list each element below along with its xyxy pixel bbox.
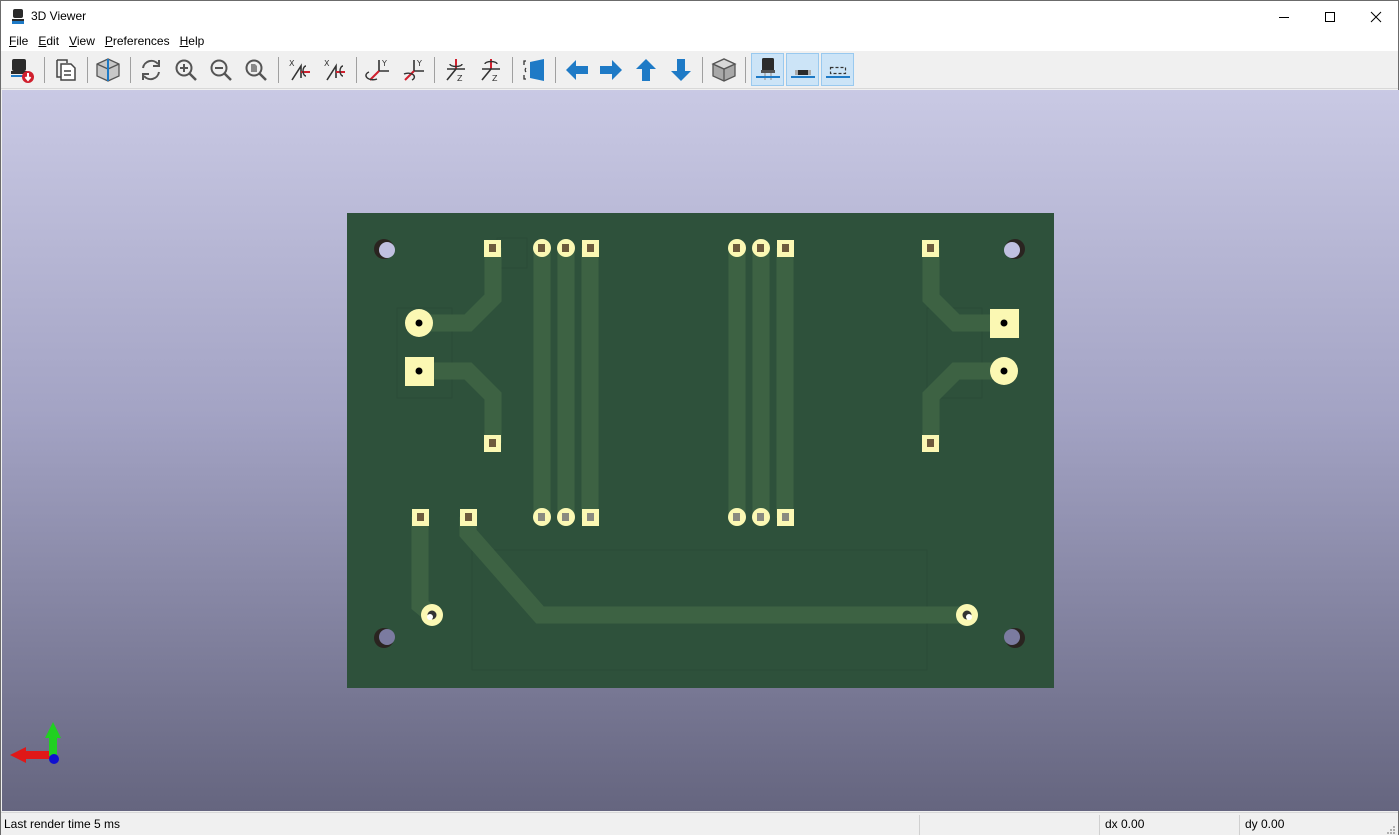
show-through-hole-models-button[interactable] [751, 53, 784, 86]
flip-board-button[interactable] [517, 53, 550, 86]
toolbar: X X Y Y Z Z [1, 51, 1398, 89]
zoom-fit-button[interactable] [239, 53, 272, 86]
menu-help-label: elp [188, 34, 205, 48]
menu-help[interactable]: Help [175, 32, 210, 51]
z-axis-icon [49, 754, 59, 764]
axes-gizmo [10, 722, 61, 764]
3d-viewport[interactable] [2, 90, 1399, 811]
svg-text:Z: Z [492, 74, 498, 83]
zoom-out-button[interactable] [204, 53, 237, 86]
rotate-z-cw-button[interactable]: Z [439, 53, 472, 86]
toolbar-separator [745, 57, 746, 83]
menu-file-label: ile [16, 34, 29, 48]
app-window: 3D Viewer File Edit View Preferences Hel… [0, 0, 1399, 835]
rotate-x-ccw-button[interactable]: X [318, 53, 351, 86]
minimize-icon [1279, 16, 1289, 18]
arrow-down-icon [670, 58, 691, 81]
status-divider [1099, 815, 1100, 835]
pan-right-button[interactable] [594, 53, 627, 86]
title-bar: 3D Viewer [1, 1, 1398, 32]
menu-bar: File Edit View Preferences Help [1, 32, 1398, 51]
reload-board-icon [10, 58, 34, 83]
pan-up-button[interactable] [629, 53, 662, 86]
toolbar-separator [434, 57, 435, 83]
arrow-right-icon [599, 59, 622, 80]
minimize-button[interactable] [1261, 1, 1307, 32]
menu-preferences[interactable]: Preferences [100, 32, 175, 51]
menu-view[interactable]: View [64, 32, 100, 51]
dx-status: dx 0.00 [1105, 817, 1145, 831]
raytracing-button[interactable] [91, 53, 124, 86]
virtual-component-icon [825, 66, 850, 78]
rotate-y-ccw-button[interactable]: Y [396, 53, 429, 86]
toolbar-separator [130, 57, 131, 83]
menu-view-label: iew [76, 34, 95, 48]
copy-icon [55, 58, 76, 81]
orthographic-toggle-button[interactable] [707, 53, 740, 86]
menu-edit[interactable]: Edit [33, 32, 64, 51]
show-virtual-models-button[interactable] [821, 53, 854, 86]
menu-file[interactable]: File [4, 32, 33, 51]
rotate-z-ccw-button[interactable]: Z [474, 53, 507, 86]
reload-board-button[interactable] [5, 53, 38, 86]
flip-board-icon [522, 58, 544, 81]
status-divider [919, 815, 920, 835]
refresh-button[interactable] [134, 53, 167, 86]
zoom-in-icon [175, 59, 197, 81]
rotate-z-ccw-icon: Z [480, 58, 500, 83]
render-cube-icon [95, 57, 120, 82]
pcb-board [347, 213, 1054, 688]
y-axis-icon [49, 736, 57, 756]
rotate-x-cw-button[interactable]: X [283, 53, 316, 86]
pan-down-button[interactable] [664, 53, 697, 86]
svg-text:Y: Y [381, 59, 387, 68]
close-button[interactable] [1353, 1, 1399, 32]
arrow-up-icon [635, 58, 656, 81]
rotate-z-cw-icon: Z [445, 58, 465, 83]
maximize-icon [1325, 11, 1335, 22]
rotate-y-cw-icon: Y [364, 59, 389, 81]
toolbar-separator [356, 57, 357, 83]
toolbar-separator [44, 57, 45, 83]
app-icon [12, 9, 24, 24]
menu-preferences-mnemonic: P [104, 34, 113, 48]
rotate-x-ccw-icon: X [324, 59, 345, 80]
resize-grip-icon[interactable] [1385, 824, 1395, 834]
copy-3d-image-button[interactable] [49, 53, 82, 86]
pan-left-button[interactable] [560, 53, 593, 86]
status-divider [1239, 815, 1240, 835]
ortho-cube-icon [710, 57, 737, 82]
toolbar-separator [278, 57, 279, 83]
toolbar-separator [702, 57, 703, 83]
smd-component-icon [790, 69, 815, 78]
rotate-x-cw-icon: X [289, 59, 310, 80]
close-icon [1370, 11, 1382, 22]
svg-text:X: X [324, 59, 330, 68]
menu-view-mnemonic: V [69, 34, 77, 48]
toolbar-separator [512, 57, 513, 83]
maximize-button[interactable] [1307, 1, 1353, 32]
menu-preferences-label: references [112, 34, 170, 48]
window-title: 3D Viewer [31, 9, 87, 23]
dy-status: dy 0.00 [1245, 817, 1285, 831]
zoom-in-button[interactable] [169, 53, 202, 86]
arrow-left-icon [565, 59, 588, 80]
zoom-out-icon [210, 59, 232, 81]
render-time-status: Last render time 5 ms [4, 817, 121, 831]
rotate-y-cw-button[interactable]: Y [361, 53, 394, 86]
show-smd-models-button[interactable] [786, 53, 819, 86]
svg-text:Y: Y [416, 59, 422, 68]
menu-help-mnemonic: H [179, 34, 189, 48]
toolbar-separator [87, 57, 88, 83]
status-bar: Last render time 5 ms dx 0.00 dy 0.00 [1, 812, 1398, 835]
menu-edit-label: dit [46, 34, 60, 48]
svg-text:Z: Z [457, 74, 463, 83]
rotate-y-ccw-icon: Y [403, 59, 424, 81]
zoom-fit-icon [245, 59, 267, 81]
refresh-icon [141, 59, 160, 80]
svg-text:X: X [289, 59, 295, 68]
toolbar-separator [555, 57, 556, 83]
through-hole-component-icon [755, 57, 780, 80]
